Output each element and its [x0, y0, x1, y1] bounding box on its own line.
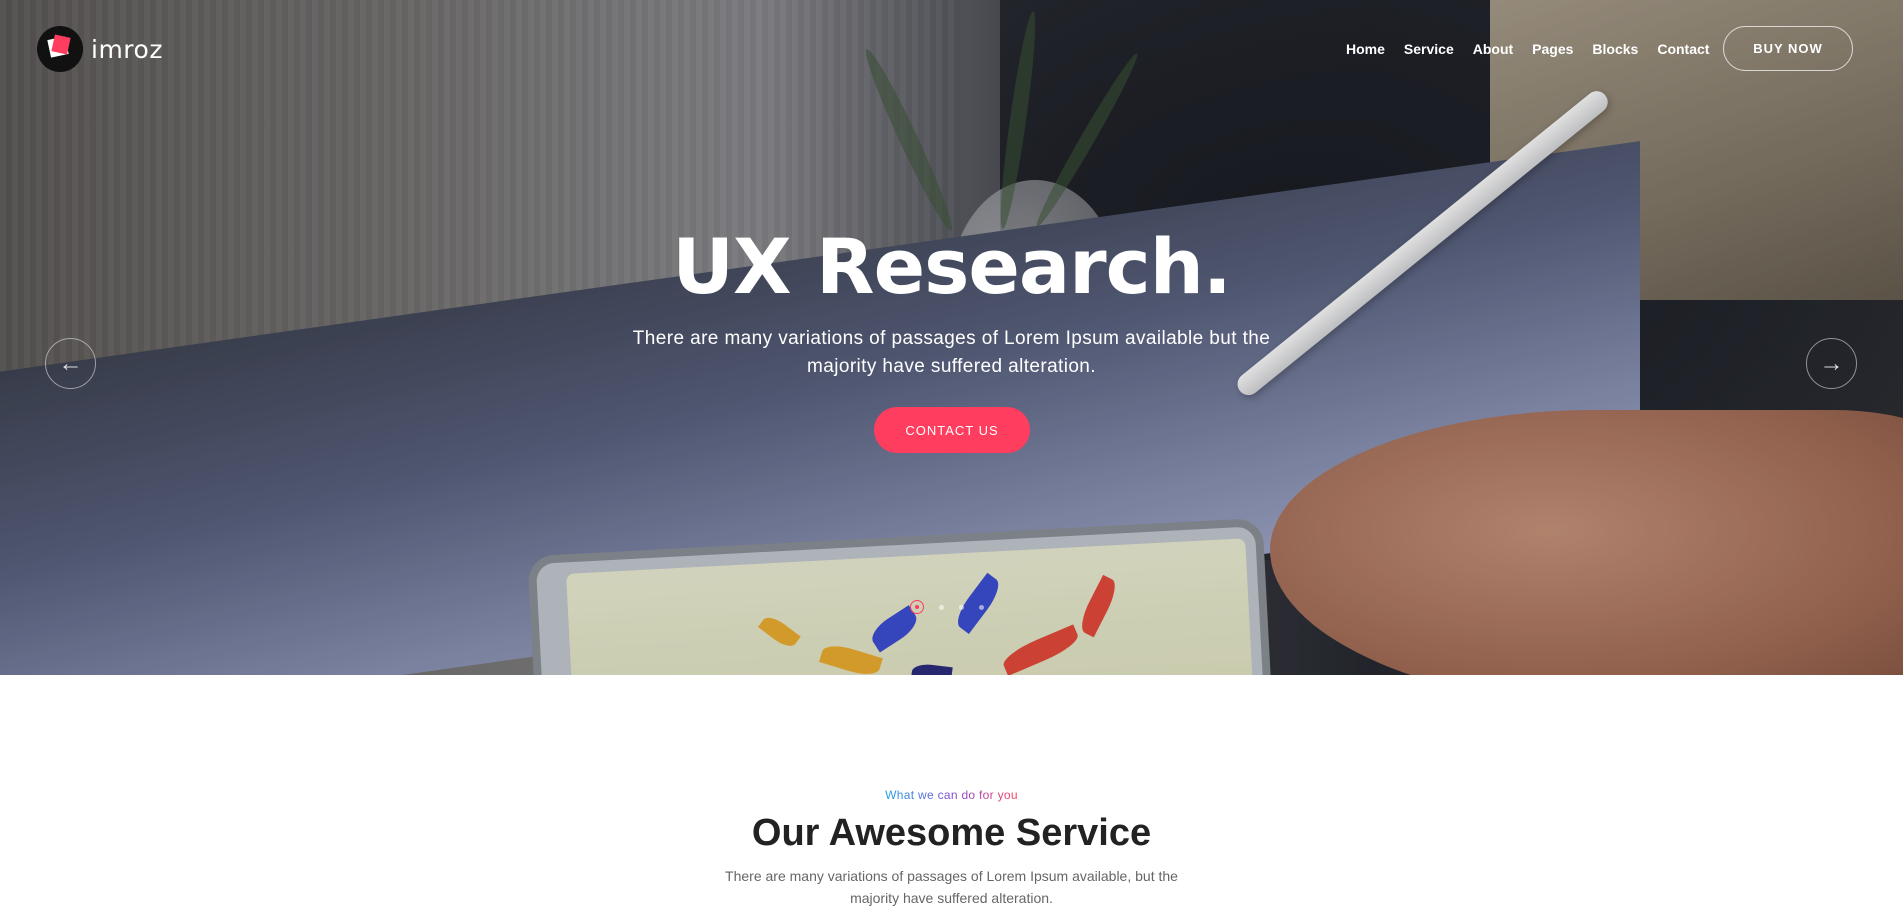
- nav-blocks[interactable]: Blocks: [1592, 41, 1638, 57]
- service-eyebrow: What we can do for you: [885, 788, 1018, 802]
- service-title: Our Awesome Service: [751, 812, 1152, 854]
- nav-home[interactable]: Home: [1346, 41, 1385, 57]
- slider-dot[interactable]: [979, 604, 984, 610]
- main-nav: Home Service About Pages Blocks Contact: [1346, 41, 1728, 57]
- slider-dot[interactable]: [910, 600, 924, 614]
- nav-pages[interactable]: Pages: [1532, 41, 1573, 57]
- slider-dot[interactable]: [959, 604, 964, 610]
- service-description: There are many variations of passages of…: [725, 868, 1178, 906]
- slider-pagination: [910, 600, 984, 614]
- brand-name: imroz: [91, 34, 163, 64]
- hero-title: UX Research.: [672, 222, 1231, 311]
- hero-slider: imroz Home Service About Pages Blocks Co…: [0, 0, 1903, 675]
- nav-service[interactable]: Service: [1404, 41, 1454, 57]
- contact-us-button[interactable]: CONTACT US: [874, 407, 1030, 453]
- buy-now-button[interactable]: BUY NOW: [1723, 26, 1853, 71]
- nav-contact[interactable]: Contact: [1657, 41, 1709, 57]
- nav-about[interactable]: About: [1473, 41, 1513, 57]
- logo-icon: [37, 26, 83, 72]
- slider-dot[interactable]: [939, 604, 944, 610]
- slider-prev-button[interactable]: ←: [45, 338, 96, 389]
- hero-subtitle: There are many variations of passages of…: [632, 328, 1271, 377]
- brand-logo[interactable]: imroz: [37, 26, 163, 72]
- arrow-right-icon: →: [1819, 349, 1844, 377]
- slider-next-button[interactable]: →: [1806, 338, 1857, 389]
- arrow-left-icon: ←: [58, 349, 83, 377]
